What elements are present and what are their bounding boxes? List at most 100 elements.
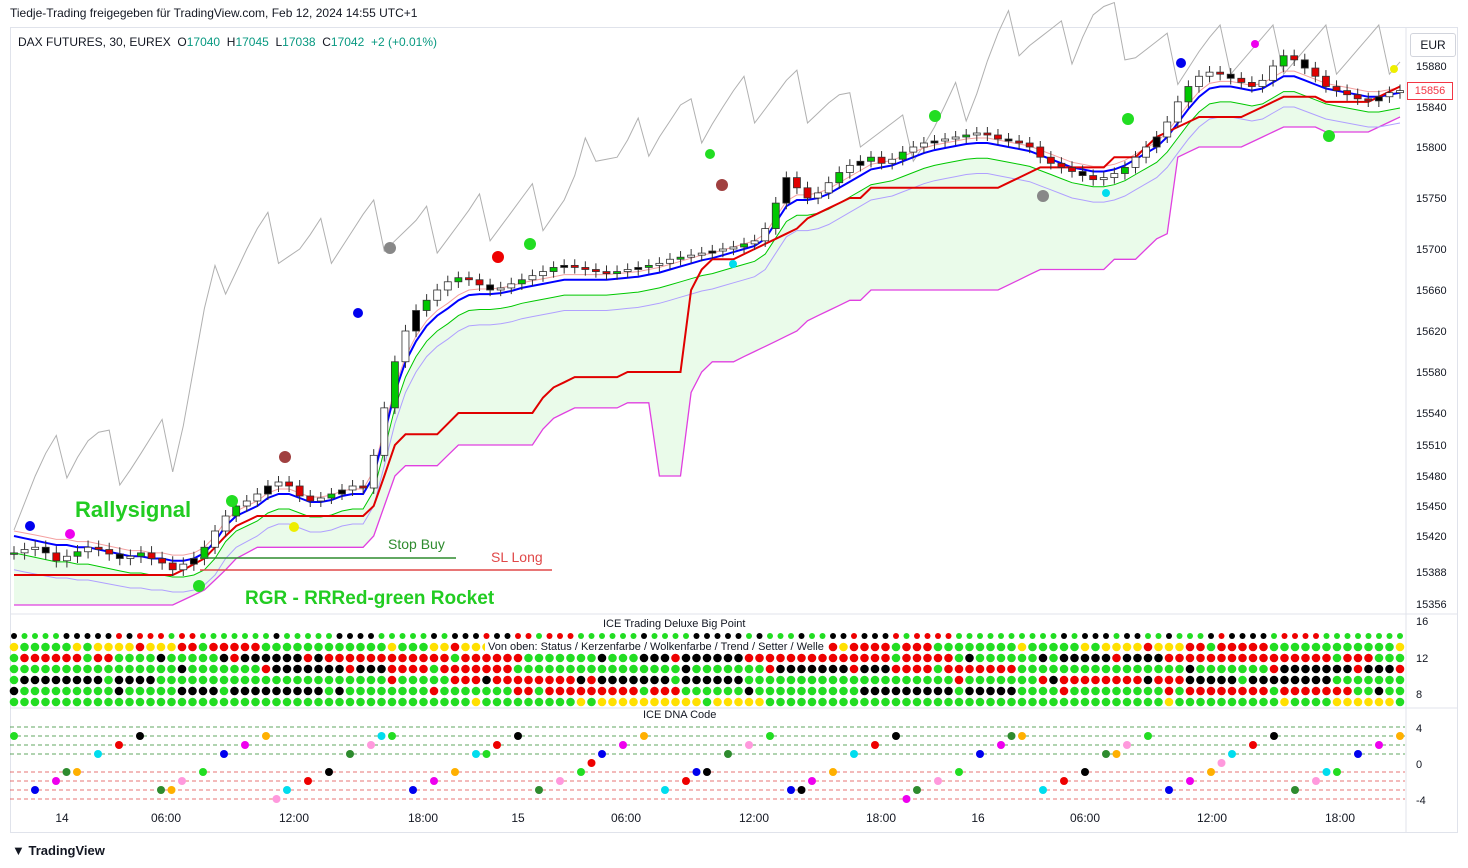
candle-body — [137, 552, 145, 557]
dna-dot — [902, 795, 911, 803]
big-point-dot — [198, 675, 208, 685]
candle-body — [359, 485, 368, 489]
price-axis-tick: 15356 — [1416, 599, 1447, 611]
big-point-dot — [462, 633, 469, 639]
big-point-dot — [335, 664, 344, 674]
big-point-dot — [377, 664, 386, 674]
candle-body — [31, 546, 40, 550]
big-point-dot — [734, 686, 743, 696]
big-point-axis-tick: 12 — [1416, 653, 1428, 665]
big-point-dot — [326, 633, 332, 639]
big-point-dot — [723, 686, 733, 696]
big-point-dot — [198, 686, 208, 696]
big-point-dot — [965, 653, 974, 663]
time-axis-tick: 18:00 — [1325, 811, 1355, 825]
currency-button[interactable]: EUR — [1410, 33, 1456, 57]
dna-dot — [220, 750, 228, 758]
big-point-dot — [1154, 686, 1163, 696]
big-point-dot — [809, 633, 815, 639]
big-point-dot — [219, 675, 229, 685]
big-point-dot — [284, 633, 290, 639]
big-point-dot — [188, 686, 197, 696]
big-point-dot — [387, 675, 397, 685]
big-point-dot — [755, 675, 764, 685]
big-point-dot — [1028, 675, 1037, 685]
big-point-dot — [639, 675, 649, 685]
big-point-dot — [587, 675, 596, 685]
big-point-dot — [545, 686, 554, 696]
big-point-dot — [324, 664, 334, 674]
big-point-dot — [1365, 633, 1372, 639]
signal-dot — [25, 521, 35, 531]
big-point-dot — [503, 697, 512, 707]
big-point-dot — [1364, 675, 1373, 685]
big-point-dot — [408, 697, 418, 707]
big-point-dot — [93, 664, 103, 674]
dna-dot — [167, 786, 176, 794]
big-point-dot — [461, 653, 470, 663]
dna-dot — [619, 741, 627, 749]
big-point-dot — [650, 697, 659, 707]
candle-body — [676, 256, 685, 260]
candle-body — [475, 279, 484, 286]
dna-dot — [430, 777, 438, 785]
big-point-dot — [641, 633, 647, 639]
candle-body — [1025, 142, 1034, 148]
candle-body — [570, 264, 579, 268]
big-point-dot — [314, 642, 323, 652]
big-point-dot — [1280, 697, 1289, 707]
big-point-dot — [912, 664, 922, 674]
big-point-dot — [1175, 653, 1184, 663]
chart-canvas[interactable]: 1535615388154201545015480155101554015580… — [0, 0, 1468, 868]
big-point-dot — [471, 653, 481, 663]
time-axis-tick: 18:00 — [408, 811, 438, 825]
candle-body — [115, 553, 124, 559]
big-point-dot — [251, 642, 260, 652]
dna-dot — [325, 768, 333, 776]
big-point-dot — [1059, 675, 1069, 685]
candle-body — [877, 156, 886, 164]
big-point-dot — [1301, 675, 1310, 685]
big-point-dot — [1229, 633, 1235, 639]
big-point-dot — [1374, 653, 1384, 663]
big-point-dot — [566, 653, 575, 663]
signal-dot — [353, 308, 363, 318]
big-point-dot — [419, 642, 428, 652]
big-point-dot — [20, 697, 29, 707]
candle-body — [581, 267, 590, 270]
big-point-dot — [1322, 697, 1331, 707]
lagging-span-line — [13, 1, 1401, 531]
big-point-dot — [996, 675, 1006, 685]
big-point-dot — [1091, 642, 1100, 652]
big-point-dot — [1259, 642, 1268, 652]
big-point-dot — [1028, 664, 1037, 674]
big-point-dot — [429, 664, 439, 674]
dna-axis-tick: 4 — [1416, 723, 1422, 735]
big-point-dot — [893, 633, 899, 639]
big-point-dot — [156, 653, 166, 663]
candle-body — [126, 555, 135, 559]
big-point-dot — [72, 642, 82, 652]
big-point-dot — [1280, 653, 1289, 663]
big-point-dot — [713, 697, 722, 707]
big-point-dot — [870, 642, 880, 652]
big-point-dot — [1374, 697, 1384, 707]
big-point-dot — [660, 675, 670, 685]
big-point-dot — [209, 686, 218, 696]
big-point-dot — [986, 642, 995, 652]
dna-dot — [136, 732, 144, 740]
big-point-dot — [408, 653, 418, 663]
big-point-dot — [891, 686, 901, 696]
dna-dot — [1123, 741, 1131, 749]
dna-dot — [598, 750, 606, 758]
big-point-dot — [93, 653, 103, 663]
price-axis-tick: 15660 — [1416, 285, 1447, 297]
big-point-dot — [293, 653, 302, 663]
candle-body — [930, 140, 939, 144]
big-point-dot — [272, 675, 281, 685]
tradingview-logo[interactable]: ▼ TradingView — [12, 843, 105, 858]
candle-body — [1237, 77, 1246, 83]
big-point-dot — [1332, 642, 1342, 652]
big-point-dot — [461, 664, 470, 674]
big-point-dot — [639, 653, 649, 663]
